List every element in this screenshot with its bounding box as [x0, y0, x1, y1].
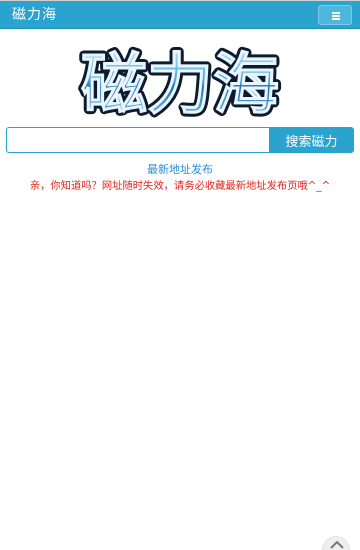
- hamburger-icon-bar: [332, 18, 340, 20]
- notice-text: 亲，你知道吗？网址随时失效，请务必收藏最新地址发布页哦^_^: [29, 180, 331, 192]
- back-to-top-button[interactable]: [322, 536, 350, 550]
- logo-image: 磁力海 磁力海: [78, 42, 283, 124]
- hamburger-icon: [332, 12, 340, 14]
- search-form: 搜索磁力: [6, 127, 354, 153]
- site-logo[interactable]: 磁力海 磁力海: [62, 37, 298, 124]
- chevron-up-icon: [330, 541, 344, 549]
- top-navbar: 磁力海: [0, 1, 360, 29]
- menu-toggle-button[interactable]: [318, 5, 352, 25]
- logo-text: 磁力海: [81, 45, 279, 123]
- page: 磁力海 磁力海 磁力海 搜索磁力 最新地址发布 亲，你知道吗？网址随时失效，请务…: [0, 0, 360, 550]
- latest-address-link[interactable]: 最新地址发布: [0, 163, 360, 177]
- navbar-brand[interactable]: 磁力海: [12, 6, 57, 24]
- search-input[interactable]: [6, 127, 269, 153]
- hamburger-icon-bar: [332, 15, 340, 17]
- search-button[interactable]: 搜索磁力: [269, 127, 354, 153]
